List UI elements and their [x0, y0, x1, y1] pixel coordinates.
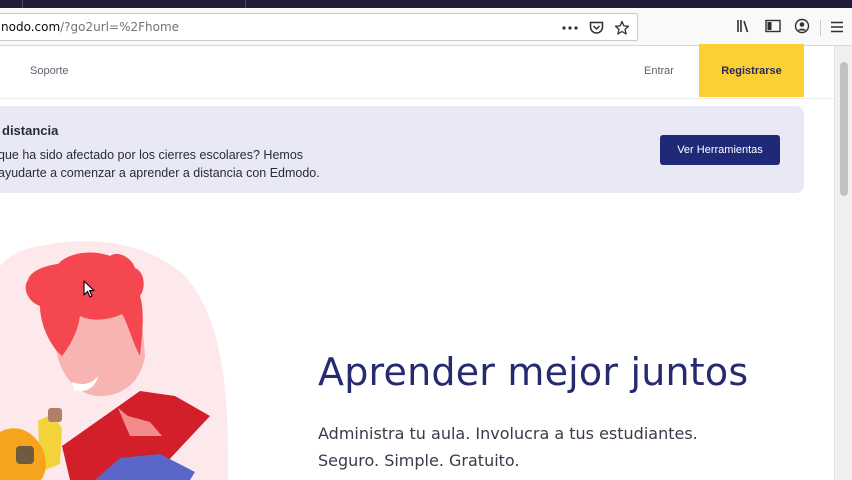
nav-link-support[interactable]: Soporte: [30, 65, 69, 77]
menu-icon[interactable]: [828, 18, 846, 36]
pocket-icon[interactable]: [587, 19, 605, 37]
hero-subtitle-line: Seguro. Simple. Gratuito.: [318, 451, 520, 470]
banner-text-line: ayudarte a comenzar a aprender a distanc…: [0, 166, 320, 180]
banner-title: distancia: [2, 123, 59, 138]
tab-strip: [0, 0, 852, 8]
tab-divider: [245, 0, 246, 8]
url-actions: [561, 17, 631, 39]
view-tools-button[interactable]: Ver Herramientas: [660, 135, 780, 165]
mouse-cursor-icon: [83, 280, 95, 298]
account-icon[interactable]: [792, 17, 812, 35]
sidebar-icon[interactable]: [763, 17, 783, 35]
page-scrollbar[interactable]: [834, 46, 852, 480]
site-header: Soporte Entrar Registrarse: [0, 44, 834, 99]
hero-title: Aprender mejor juntos: [318, 350, 749, 394]
illustration-dark-object: [16, 446, 34, 464]
banner-text-line: que ha sido afectado por los cierres esc…: [0, 148, 304, 162]
register-button[interactable]: Registrarse: [699, 44, 804, 97]
student-illustration: [0, 241, 229, 480]
library-icon[interactable]: [734, 17, 754, 35]
address-bar[interactable]: nodo.com/?go2url=%2Fhome: [0, 13, 638, 41]
bookmark-star-icon[interactable]: [613, 19, 631, 37]
toolbar-separator: [820, 20, 821, 36]
tab-divider: [22, 0, 23, 8]
illustration-eraser: [48, 408, 62, 422]
url-host: nodo.com: [1, 20, 61, 34]
url-text[interactable]: nodo.com/?go2url=%2Fhome: [1, 20, 179, 34]
hero-subtitle-line: Administra tu aula. Involucra a tus estu…: [318, 424, 698, 443]
toolbar-buttons: [734, 17, 812, 35]
banner-text: que ha sido afectado por los cierres esc…: [0, 146, 398, 182]
browser-toolbar: nodo.com/?go2url=%2Fhome: [0, 8, 852, 46]
login-link[interactable]: Entrar: [644, 65, 674, 77]
remote-learning-banner: distancia que ha sido afectado por los c…: [0, 106, 804, 193]
more-icon[interactable]: [561, 19, 579, 37]
hero-subtitle: Administra tu aula. Involucra a tus estu…: [318, 420, 698, 474]
url-path: /?go2url=%2Fhome: [60, 20, 180, 34]
scrollbar-thumb[interactable]: [840, 62, 848, 196]
